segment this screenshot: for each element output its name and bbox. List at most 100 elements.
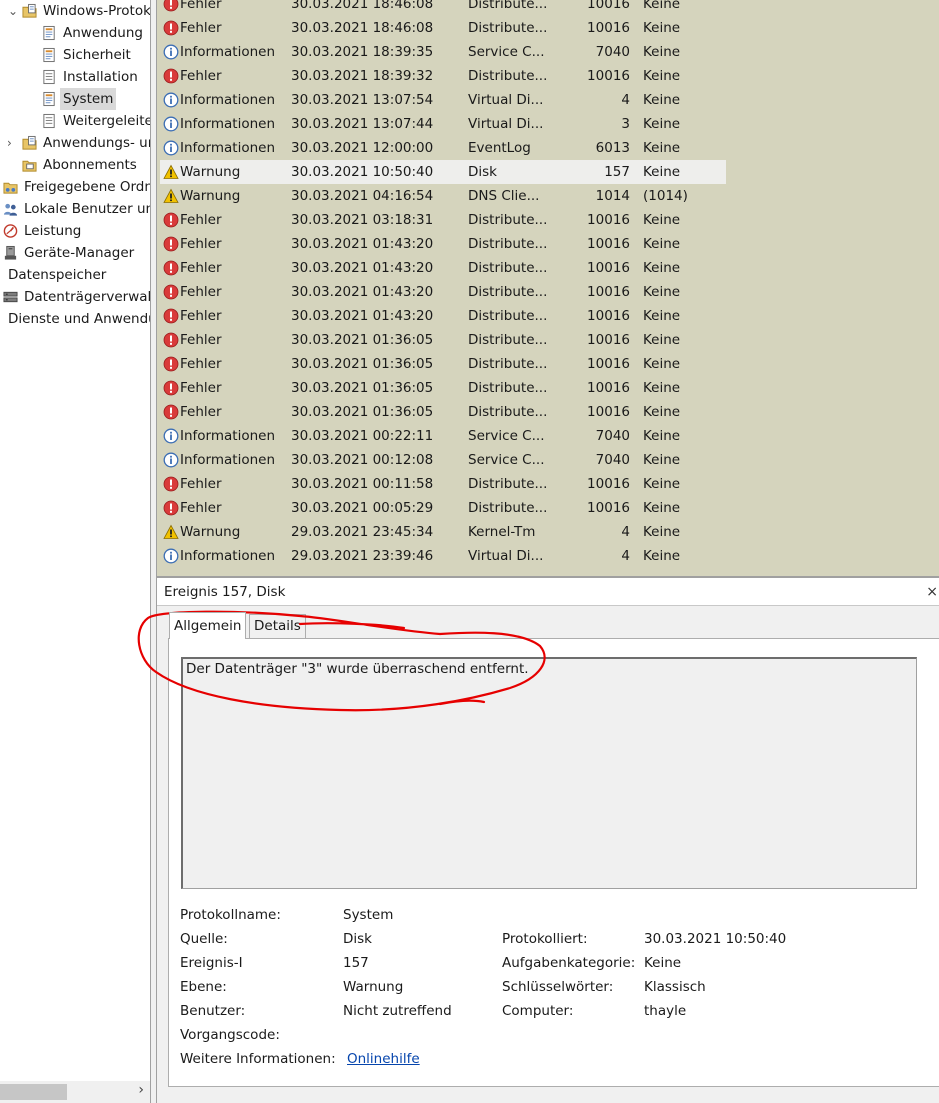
- event-source: Distribute...: [468, 500, 548, 516]
- detail-title-bar: Ereignis 157, Disk ×: [157, 578, 939, 606]
- event-category: Keine: [643, 308, 681, 324]
- event-category: Keine: [643, 140, 681, 156]
- event-row[interactable]: Fehler 30.03.2021 01:36:05 Distribute... 10…: [160, 328, 726, 352]
- event-date: 30.03.2021 01:36:05: [291, 404, 434, 420]
- weitere-informationen-label: Weitere Informationen:: [180, 1051, 336, 1067]
- event-message-box[interactable]: Der Datenträger "3" wurde überraschend e…: [181, 657, 917, 889]
- event-date: 30.03.2021 13:07:54: [291, 92, 434, 108]
- onlinehilfe-link[interactable]: Onlinehilfe: [347, 1047, 420, 1071]
- event-row[interactable]: Warnung 30.03.2021 10:50:40 Disk 157 Keine: [160, 160, 726, 184]
- users-icon: [3, 201, 18, 217]
- event-row[interactable]: Fehler 30.03.2021 00:05:29 Distribute... 10…: [160, 496, 726, 520]
- event-id: 4: [621, 548, 630, 564]
- event-row[interactable]: Informationen 30.03.2021 18:39:35 Service …: [160, 40, 726, 64]
- event-level: Informationen: [180, 116, 276, 132]
- event-row[interactable]: Fehler 30.03.2021 01:43:20 Distribute... 10…: [160, 256, 726, 280]
- event-row[interactable]: Informationen 30.03.2021 00:12:08 Service …: [160, 448, 726, 472]
- event-source: Distribute...: [468, 212, 548, 228]
- event-row[interactable]: Fehler 30.03.2021 01:43:20 Distribute... 10…: [160, 280, 726, 304]
- event-row[interactable]: Fehler 30.03.2021 18:46:08 Distribute... 10…: [160, 0, 726, 16]
- collapse-arrow-icon[interactable]: ⌄: [8, 0, 18, 22]
- detail-title: Ereignis 157, Disk: [164, 584, 286, 600]
- event-source: Distribute...: [468, 476, 548, 492]
- event-category: Keine: [643, 212, 681, 228]
- tree-item-label: Dienste und Anwendungen: [8, 311, 150, 327]
- event-level: Fehler: [180, 0, 222, 12]
- event-date: 30.03.2021 01:43:20: [291, 284, 434, 300]
- event-id: 10016: [587, 20, 630, 36]
- event-source: Distribute...: [468, 356, 548, 372]
- event-source: Service C...: [468, 44, 545, 60]
- tab-details[interactable]: Details: [249, 614, 306, 638]
- tree-item-label: Freigegebene Ordner: [24, 179, 150, 195]
- event-level: Fehler: [180, 356, 222, 372]
- event-id: 3: [621, 116, 630, 132]
- tree-item-label: Installation: [63, 69, 138, 85]
- event-row[interactable]: Fehler 30.03.2021 00:11:58 Distribute... 10…: [160, 472, 726, 496]
- event-date: 30.03.2021 18:46:08: [291, 20, 434, 36]
- close-icon[interactable]: ×: [926, 578, 938, 606]
- event-category: Keine: [643, 44, 681, 60]
- event-category: Keine: [643, 548, 681, 564]
- event-level: Fehler: [180, 476, 222, 492]
- tree-item-label: Anwendungs- und Dienstprotokolle: [43, 135, 150, 151]
- event-source: Distribute...: [468, 332, 548, 348]
- schluesselwoerter-label: Schlüsselwörter:: [502, 979, 614, 995]
- scroll-right-icon[interactable]: ›: [138, 1082, 144, 1098]
- tree-item-label: Anwendung: [63, 25, 143, 41]
- protokolliert-label: Protokolliert:: [502, 931, 588, 947]
- event-row[interactable]: Fehler 30.03.2021 01:36:05 Distribute... 10…: [160, 376, 726, 400]
- event-id: 10016: [587, 380, 630, 396]
- event-source: Distribute...: [468, 236, 548, 252]
- event-row[interactable]: Fehler 30.03.2021 18:46:08 Distribute... 10…: [160, 16, 726, 40]
- event-source: Distribute...: [468, 0, 548, 12]
- log-icon: [42, 47, 57, 63]
- event-date: 30.03.2021 01:36:05: [291, 356, 434, 372]
- error-icon: [163, 236, 179, 252]
- event-date: 30.03.2021 12:00:00: [291, 140, 434, 156]
- event-row[interactable]: Informationen 30.03.2021 13:07:54 Virtual …: [160, 88, 726, 112]
- event-source: Service C...: [468, 452, 545, 468]
- event-id: 10016: [587, 284, 630, 300]
- scrollbar-thumb[interactable]: [0, 1084, 67, 1100]
- event-id: 10016: [587, 212, 630, 228]
- aufgabenkategorie-label: Aufgabenkategorie:: [502, 955, 636, 971]
- event-row[interactable]: Fehler 30.03.2021 01:36:05 Distribute... 10…: [160, 400, 726, 424]
- event-row[interactable]: Warnung 29.03.2021 23:45:34 Kernel-Tm 4 Kein…: [160, 520, 726, 544]
- error-icon: [163, 20, 179, 36]
- event-source: Service C...: [468, 428, 545, 444]
- computer-label: Computer:: [502, 1003, 574, 1019]
- error-icon: [163, 332, 179, 348]
- protokollname-label: Protokollname:: [180, 907, 281, 923]
- info-icon: [163, 140, 179, 156]
- event-id: 157: [604, 164, 630, 180]
- event-row[interactable]: Informationen 30.03.2021 12:00:00 EventLog…: [160, 136, 726, 160]
- tree-item-label: System: [60, 88, 117, 110]
- event-date: 30.03.2021 04:16:54: [291, 188, 434, 204]
- tab-allgemein[interactable]: Allgemein: [169, 612, 247, 639]
- event-row[interactable]: Informationen 29.03.2021 23:39:46 Virtual …: [160, 544, 726, 568]
- event-category: Keine: [643, 164, 681, 180]
- pane-splitter[interactable]: [150, 0, 157, 1103]
- event-row[interactable]: Fehler 30.03.2021 01:36:05 Distribute... 10…: [160, 352, 726, 376]
- event-level: Informationen: [180, 44, 276, 60]
- event-id: 7040: [595, 428, 630, 444]
- event-level: Fehler: [180, 236, 222, 252]
- expand-arrow-icon[interactable]: ›: [7, 132, 12, 154]
- tree-horizontal-scrollbar[interactable]: ›: [0, 1081, 150, 1103]
- event-date: 30.03.2021 03:18:31: [291, 212, 434, 228]
- event-row[interactable]: Warnung 30.03.2021 04:16:54 DNS Clie... 101…: [160, 184, 726, 208]
- event-row[interactable]: Fehler 30.03.2021 01:43:20 Distribute... 10…: [160, 232, 726, 256]
- event-row[interactable]: Fehler 30.03.2021 18:39:32 Distribute... 10…: [160, 64, 726, 88]
- event-date: 29.03.2021 23:39:46: [291, 548, 434, 564]
- event-row[interactable]: Informationen 30.03.2021 00:22:11 Service …: [160, 424, 726, 448]
- event-row[interactable]: Fehler 30.03.2021 01:43:20 Distribute... 10…: [160, 304, 726, 328]
- event-row[interactable]: Fehler 30.03.2021 03:18:31 Distribute... 10…: [160, 208, 726, 232]
- event-row[interactable]: Informationen 30.03.2021 13:07:44 Virtual …: [160, 112, 726, 136]
- device-manager-icon: [3, 245, 18, 261]
- event-level: Informationen: [180, 140, 276, 156]
- quelle-value: Disk: [343, 931, 372, 947]
- event-category: Keine: [643, 356, 681, 372]
- event-category: Keine: [643, 524, 681, 540]
- event-date: 30.03.2021 00:05:29: [291, 500, 434, 516]
